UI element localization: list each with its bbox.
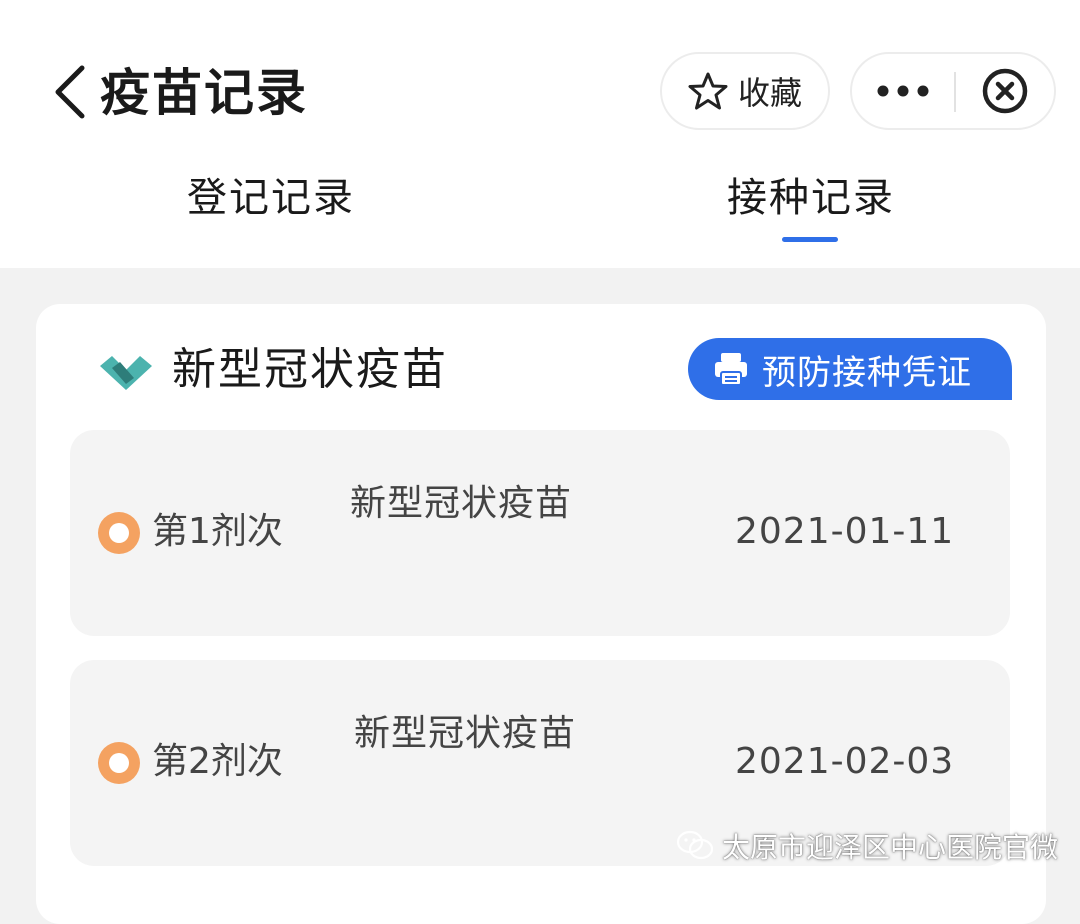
- dose-status-dot: [98, 512, 140, 554]
- favorite-label: 收藏: [737, 74, 802, 112]
- wechat-icon: [676, 830, 714, 860]
- vaccine-logo-icon: [100, 356, 152, 390]
- dose-number: 第1剂次: [152, 511, 283, 552]
- vaccine-type-title: 新型冠状疫苗: [172, 344, 448, 395]
- mini-program-capsule: [850, 52, 1056, 130]
- dose-date: 2021-01-11: [735, 511, 955, 552]
- dose-date: 2021-02-03: [735, 741, 955, 782]
- close-button[interactable]: [956, 54, 1054, 128]
- watermark-text: 太原市迎泽区中心医院官微: [722, 831, 1059, 864]
- printer-icon: [715, 353, 747, 386]
- favorite-button[interactable]: 收藏: [660, 52, 830, 130]
- page-title: 疫苗记录: [100, 64, 308, 122]
- ellipsis-icon: [877, 85, 929, 97]
- tab-vaccination-records[interactable]: 接种记录: [727, 170, 895, 226]
- dose-status-dot: [98, 742, 140, 784]
- active-tab-indicator: [782, 237, 838, 242]
- vaccination-certificate-button[interactable]: 预防接种凭证: [688, 338, 1012, 400]
- dose-number: 第2剂次: [152, 741, 283, 782]
- dose-row[interactable]: 第1剂次 新型冠状疫苗 2021-01-11: [70, 430, 1010, 636]
- certificate-label: 预防接种凭证: [762, 352, 972, 393]
- top-bar: 疫苗记录 收藏 登记记录 接种记录: [0, 0, 1080, 268]
- back-button[interactable]: [48, 62, 92, 122]
- dose-vaccine-name: 新型冠状疫苗: [350, 483, 573, 524]
- tab-registration-records[interactable]: 登记记录: [187, 170, 355, 226]
- dose-vaccine-name: 新型冠状疫苗: [354, 713, 577, 754]
- close-circle-icon: [982, 68, 1028, 114]
- more-button[interactable]: [852, 54, 954, 128]
- star-icon: [688, 72, 728, 110]
- chevron-left-icon: [55, 65, 85, 119]
- source-watermark: 太原市迎泽区中心医院官微: [676, 826, 1058, 866]
